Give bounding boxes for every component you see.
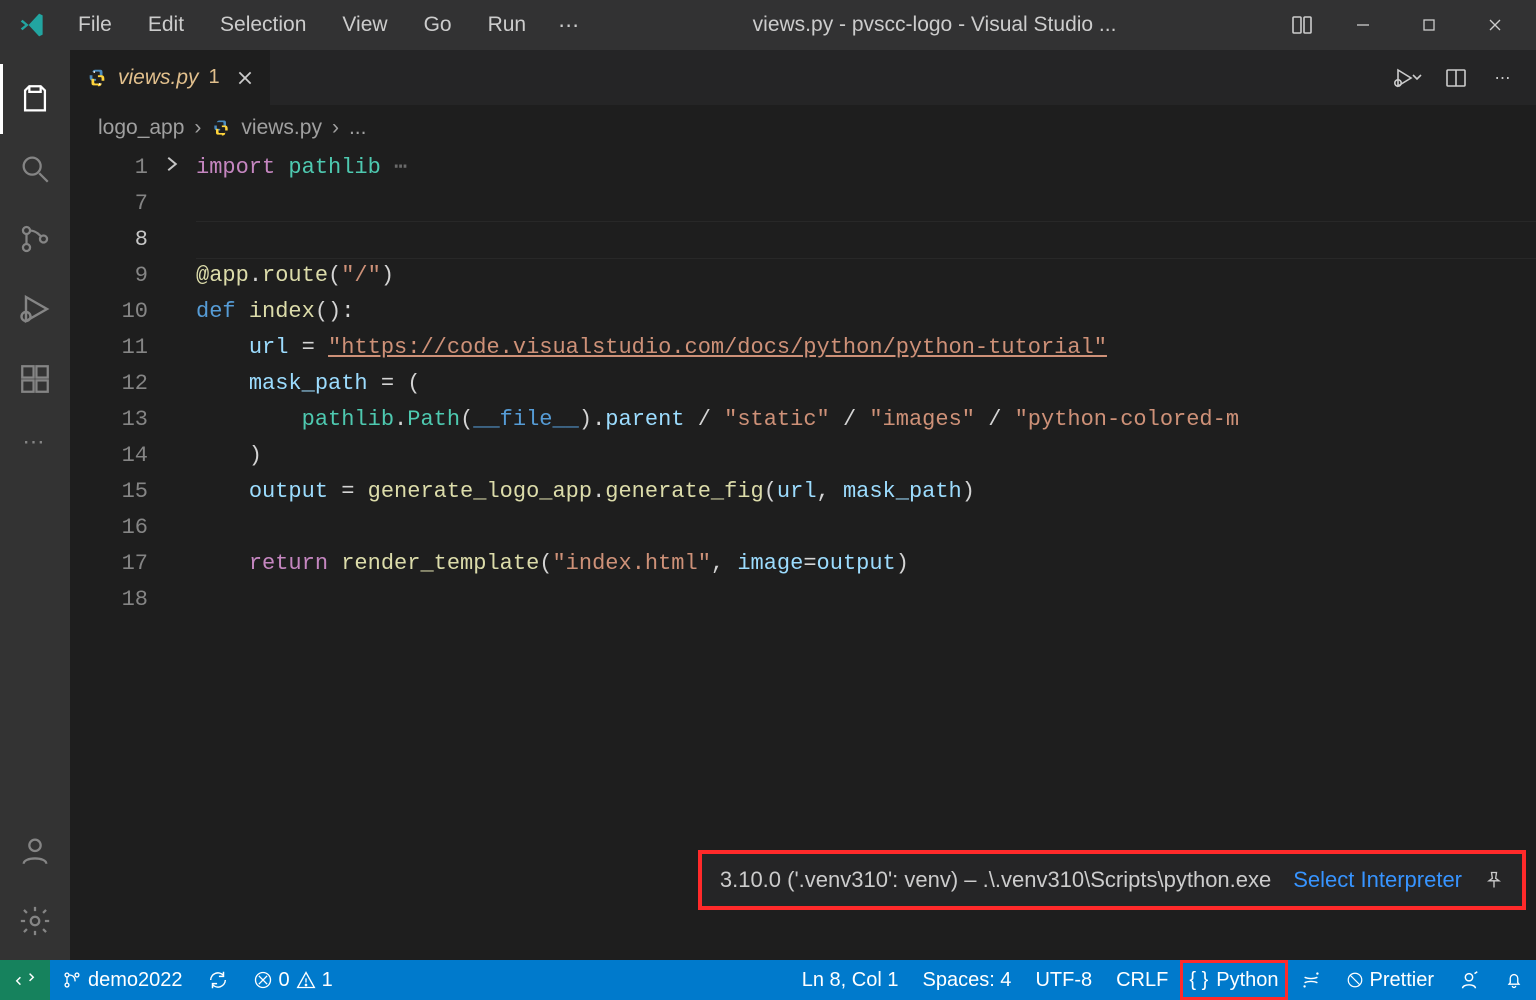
branch-name: demo2022 — [88, 969, 183, 992]
line-number: 13 — [70, 402, 148, 438]
code-line[interactable]: @app.route("/") — [196, 258, 1536, 294]
line-number: 1 — [70, 150, 148, 186]
menu-bar: File Edit Selection View Go Run ⋯ — [60, 7, 595, 44]
menu-view[interactable]: View — [324, 7, 405, 44]
remote-indicator[interactable] — [0, 960, 50, 1000]
line-number: 11 — [70, 330, 148, 366]
code-line[interactable]: def index(): — [196, 294, 1536, 330]
line-number: 16 — [70, 510, 148, 546]
window-title: views.py - pvscc-logo - Visual Studio ..… — [595, 13, 1274, 37]
feedback-item[interactable] — [1446, 960, 1492, 1000]
activity-bar: ⋯ — [0, 50, 70, 960]
editor-more-icon[interactable]: ⋯ — [1486, 60, 1522, 96]
language-mode-highlighted[interactable]: { } Python — [1180, 960, 1287, 1000]
window-controls — [1330, 0, 1528, 50]
code-line[interactable] — [196, 582, 1536, 618]
chevron-right-icon: › — [332, 116, 339, 140]
run-debug-icon[interactable] — [0, 274, 70, 344]
tab-views-py[interactable]: views.py 1 — [70, 50, 271, 105]
code-line[interactable]: output = generate_logo_app.generate_fig(… — [196, 474, 1536, 510]
interpreter-path-text: 3.10.0 ('.venv310': venv) – .\.venv310\S… — [720, 862, 1271, 898]
code-line[interactable]: mask_path = ( — [196, 366, 1536, 402]
line-number: 18 — [70, 582, 148, 618]
code-line[interactable]: url = "https://code.visualstudio.com/doc… — [196, 330, 1536, 366]
chevron-right-icon: › — [194, 116, 201, 140]
tab-modified-marker: 1 — [209, 66, 220, 89]
code-line[interactable] — [196, 510, 1536, 546]
line-number: 8 — [70, 222, 148, 258]
interpreter-status-tooltip: 3.10.0 ('.venv310': venv) – .\.venv310\S… — [698, 850, 1526, 910]
menu-file[interactable]: File — [60, 7, 130, 44]
menu-edit[interactable]: Edit — [130, 7, 202, 44]
line-number: 12 — [70, 366, 148, 402]
prettier-item[interactable]: Prettier — [1334, 960, 1446, 1000]
menu-run[interactable]: Run — [470, 7, 545, 44]
line-number: 15 — [70, 474, 148, 510]
encoding-item[interactable]: UTF-8 — [1023, 960, 1104, 1000]
tab-filename: views.py — [118, 66, 199, 90]
title-bar: File Edit Selection View Go Run ⋯ views.… — [0, 0, 1536, 50]
explorer-icon[interactable] — [0, 64, 70, 134]
menu-go[interactable]: Go — [406, 7, 470, 44]
line-number: 17 — [70, 546, 148, 582]
problems-item[interactable]: 0 1 — [241, 960, 345, 1000]
split-editor-icon[interactable] — [1438, 60, 1474, 96]
line-number-gutter: 1789101112131415161718 — [70, 150, 158, 960]
bracket-pair-icon: { } — [1189, 969, 1208, 992]
python-file-icon — [86, 67, 108, 89]
source-control-icon[interactable] — [0, 204, 70, 274]
code-line[interactable] — [196, 222, 1536, 258]
warnings-count: 1 — [322, 969, 333, 992]
code-editor[interactable]: 1789101112131415161718 import pathlib ⋯@… — [70, 150, 1536, 960]
vscode-logo-icon — [16, 8, 50, 42]
breadcrumb-file[interactable]: views.py — [241, 116, 322, 140]
code-line[interactable]: import pathlib ⋯ — [196, 150, 1536, 186]
python-file-icon — [211, 118, 231, 138]
customize-layout-icon[interactable] — [1274, 0, 1330, 50]
line-number: 7 — [70, 186, 148, 222]
eol-item[interactable]: CRLF — [1104, 960, 1180, 1000]
line-number: 14 — [70, 438, 148, 474]
language-mode: Python — [1216, 969, 1278, 992]
select-interpreter-link[interactable]: Select Interpreter — [1293, 862, 1462, 898]
settings-gear-icon[interactable] — [0, 890, 70, 960]
prettier-label: Prettier — [1370, 969, 1434, 992]
accounts-icon[interactable] — [0, 820, 70, 890]
menu-overflow[interactable]: ⋯ — [544, 7, 595, 44]
code-line[interactable] — [196, 186, 1536, 222]
code-line[interactable]: return render_template("index.html", ima… — [196, 546, 1536, 582]
maximize-button[interactable] — [1396, 0, 1462, 50]
git-branch-item[interactable]: demo2022 — [50, 960, 195, 1000]
errors-count: 0 — [279, 969, 290, 992]
fold-chevron-icon[interactable] — [162, 154, 182, 174]
breadcrumb-folder[interactable]: logo_app — [98, 116, 184, 140]
line-number: 10 — [70, 294, 148, 330]
close-tab-icon[interactable] — [230, 69, 254, 87]
overflow-icon[interactable]: ⋯ — [0, 414, 70, 470]
minimize-button[interactable] — [1330, 0, 1396, 50]
breadcrumb[interactable]: logo_app › views.py › ... — [70, 105, 1536, 150]
close-button[interactable] — [1462, 0, 1528, 50]
cursor-position[interactable]: Ln 8, Col 1 — [790, 960, 911, 1000]
extensions-icon[interactable] — [0, 344, 70, 414]
pin-icon[interactable] — [1484, 870, 1504, 890]
search-icon[interactable] — [0, 134, 70, 204]
line-number: 9 — [70, 258, 148, 294]
indentation-item[interactable]: Spaces: 4 — [910, 960, 1023, 1000]
menu-selection[interactable]: Selection — [202, 7, 324, 44]
code-line[interactable]: pathlib.Path(__file__).parent / "static"… — [196, 402, 1536, 438]
jupyter-item[interactable] — [1288, 960, 1334, 1000]
editor-area: views.py 1 ⋯ logo_app › — [70, 50, 1536, 960]
notifications-bell-icon[interactable] — [1492, 960, 1536, 1000]
code-line[interactable]: ) — [196, 438, 1536, 474]
status-bar: demo2022 0 1 Ln 8, Col 1 Spaces: 4 UTF-8… — [0, 960, 1536, 1000]
sync-item[interactable] — [195, 960, 241, 1000]
editor-tabs: views.py 1 ⋯ — [70, 50, 1536, 105]
breadcrumb-symbol[interactable]: ... — [349, 116, 367, 140]
run-python-file-icon[interactable] — [1390, 60, 1426, 96]
